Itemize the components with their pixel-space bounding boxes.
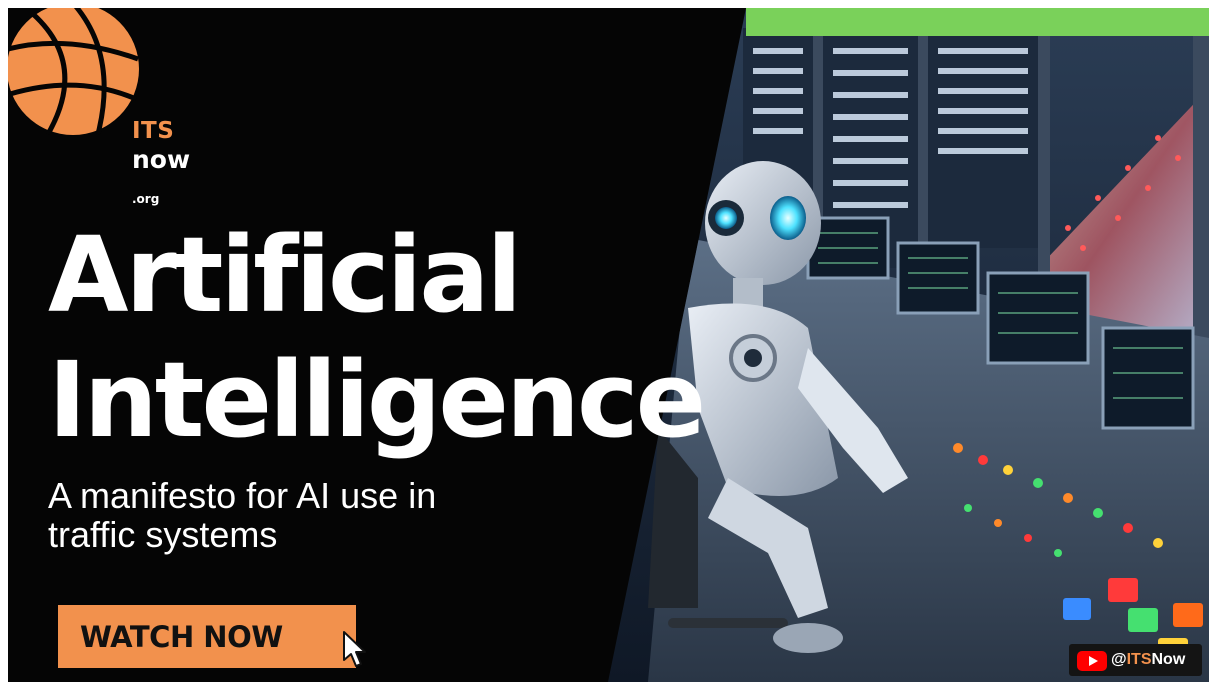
- logo-org-text: .org: [132, 192, 160, 206]
- channel-handle: @ITSNow: [1111, 651, 1185, 669]
- accent-bar: [746, 8, 1209, 36]
- subtitle-line-2: traffic systems: [48, 514, 278, 555]
- handle-at: @: [1111, 651, 1127, 668]
- logo-now-text: now: [132, 145, 191, 174]
- youtube-icon: [1077, 651, 1107, 671]
- mouse-pointer-icon: [343, 631, 366, 667]
- handle-highlight: ITS: [1126, 651, 1152, 668]
- logo-its-text: ITS: [132, 118, 175, 144]
- watch-now-label: WATCH NOW: [80, 620, 283, 654]
- headline-line-2: Intelligence: [48, 339, 706, 461]
- globe-icon: [8, 8, 139, 136]
- youtube-channel-badge[interactable]: @ITSNow: [1069, 644, 1202, 676]
- subtitle-line-1: A manifesto for AI use in: [48, 475, 437, 516]
- watch-now-button[interactable]: WATCH NOW: [58, 605, 356, 668]
- thumbnail: ITS now .org Artificial Intelligence A m…: [8, 8, 1209, 682]
- handle-rest: Now: [1151, 651, 1186, 668]
- headline-line-1: Artificial: [48, 214, 522, 336]
